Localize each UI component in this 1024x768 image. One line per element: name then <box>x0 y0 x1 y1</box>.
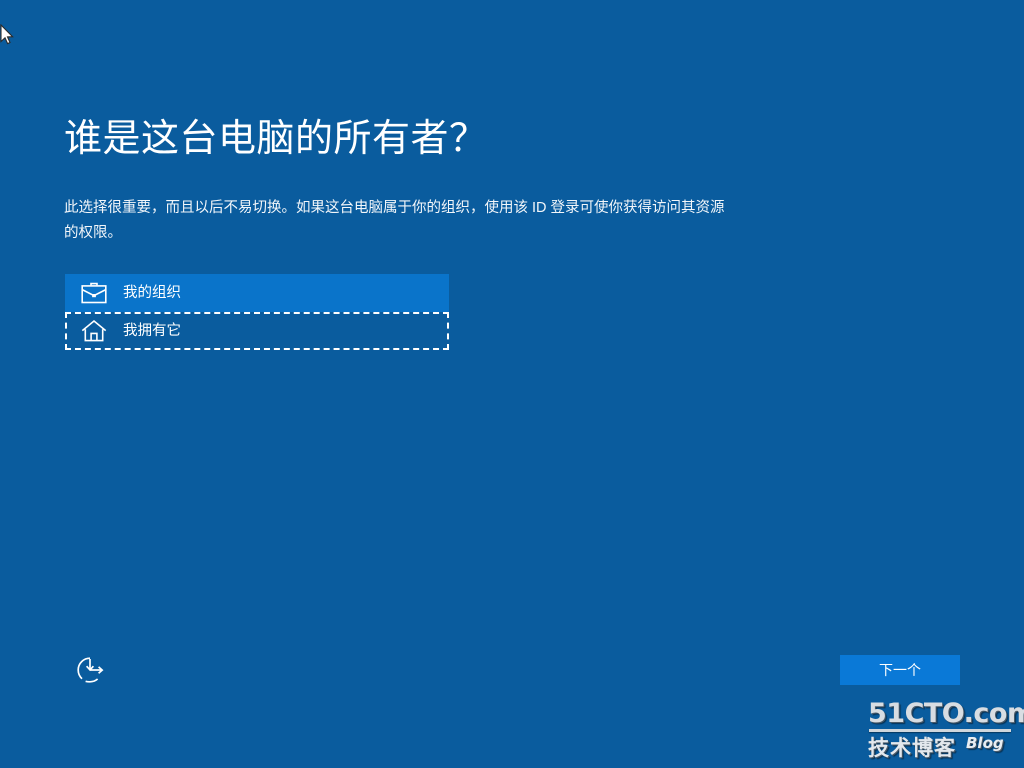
mouse-cursor <box>0 24 14 45</box>
setup-content: 谁是这台电脑的所有者？ 此选择很重要，而且以后不易切换。如果这台电脑属于你的组织… <box>64 118 764 351</box>
option-my-organization[interactable]: 我的组织 <box>65 274 449 313</box>
option-label: 我拥有它 <box>123 323 181 340</box>
watermark-divider <box>869 729 1011 732</box>
oobe-screen: 谁是这台电脑的所有者？ 此选择很重要，而且以后不易切换。如果这台电脑属于你的组织… <box>0 0 1024 768</box>
watermark-blog-text: Blog <box>966 734 1004 752</box>
page-title: 谁是这台电脑的所有者？ <box>64 118 488 160</box>
watermark-secondary-text: 技术博客 <box>868 736 956 760</box>
ease-of-access-icon <box>77 657 104 683</box>
watermark-primary-text: 51CTO.com <box>868 698 1024 729</box>
home-icon <box>79 318 109 344</box>
page-description: 此选择很重要，而且以后不易切换。如果这台电脑属于你的组织，使用该 ID 登录可使… <box>64 199 725 242</box>
briefcase-icon <box>79 280 109 306</box>
watermark: 51CTO.com 技术博客 Blog <box>868 698 1024 760</box>
next-button[interactable]: 下一个 <box>840 655 960 685</box>
option-label: 我的组织 <box>123 285 181 302</box>
ownership-options-list: 我的组织 我拥有它 <box>65 274 449 351</box>
ease-of-access-button[interactable] <box>70 650 110 690</box>
option-i-own-it[interactable]: 我拥有它 <box>65 312 449 351</box>
